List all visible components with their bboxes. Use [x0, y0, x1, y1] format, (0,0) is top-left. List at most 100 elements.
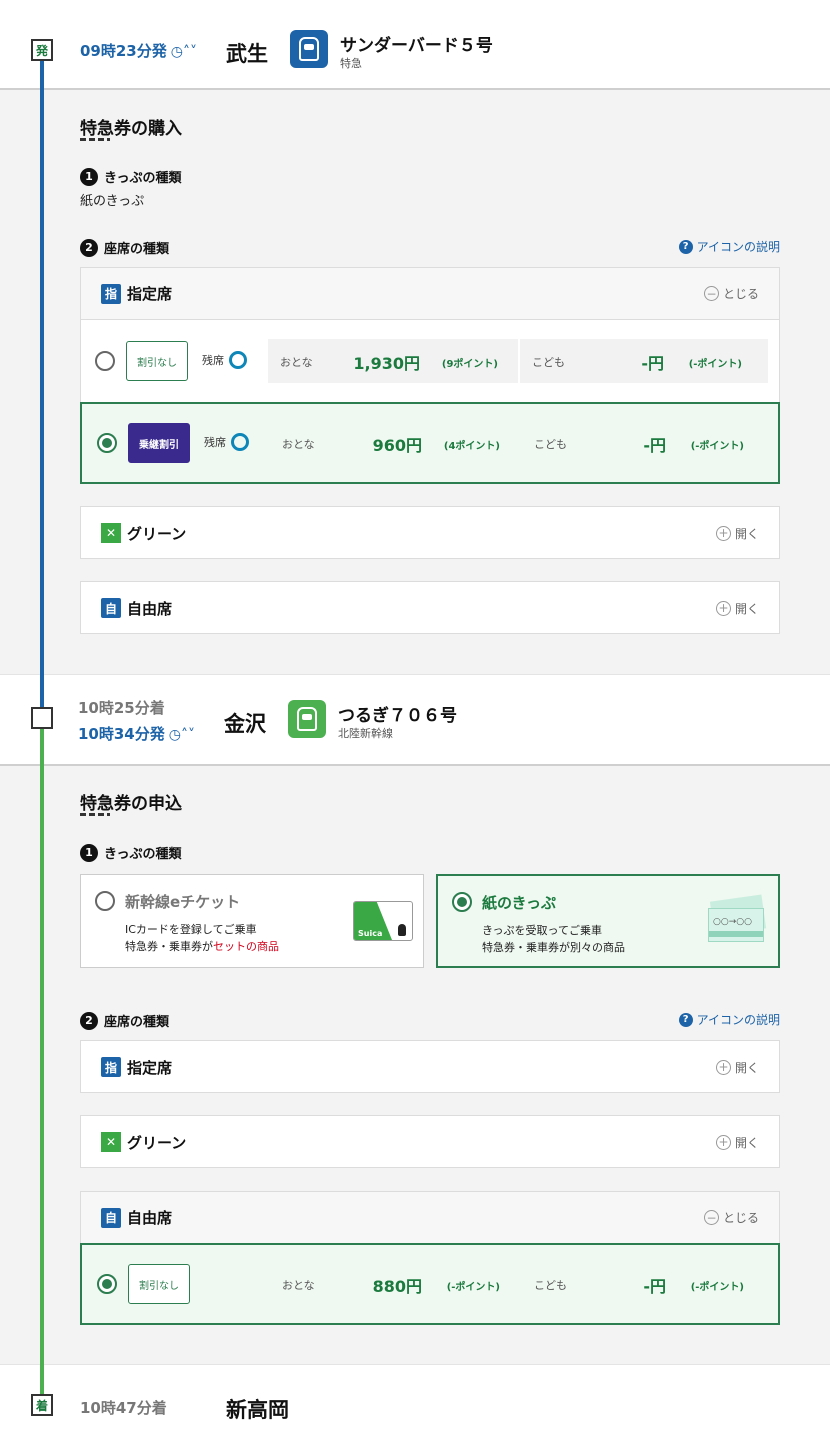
seat-availability: 残席 [204, 433, 249, 451]
plus-circle-icon: + [715, 525, 731, 541]
green-car-header[interactable]: ✕ グリーン + 開く [81, 1116, 779, 1168]
eticket-radio[interactable] [95, 891, 115, 911]
departure-time-button[interactable]: 09時23分発 ◷˄˅ [80, 40, 197, 61]
train-type: 特急 [340, 57, 362, 70]
transfer-station: 金沢 [224, 712, 266, 736]
paper-ticket-radio[interactable] [452, 892, 472, 912]
non-reserved-label: 自由席 [127, 599, 173, 618]
eticket-desc: ICカードを登録してご乗車 [125, 923, 257, 936]
collapse-toggle[interactable]: − とじる [703, 285, 759, 302]
eticket-title: 新幹線eチケット [125, 893, 241, 911]
train-name: サンダーバード５号 [340, 36, 493, 56]
question-icon: ? [678, 1012, 693, 1027]
green-car-label: グリーン [127, 1133, 187, 1152]
suica-card-icon: Suica [353, 901, 413, 941]
seat-availability: 残席 [202, 351, 247, 369]
adult-price: おとな 1,930円 (9ポイント) [268, 339, 518, 383]
non-reserved-panel: 自 自由席 + 開く [80, 581, 780, 634]
eticket-option[interactable]: 新幹線eチケット ICカードを登録してご乗車 特急券・乗車券がセットの商品 Su… [80, 874, 424, 968]
train-type: 北陸新幹線 [338, 727, 393, 740]
expand-toggle[interactable]: + 開く [715, 1059, 759, 1076]
section-title-apply: 特急券の申込 [80, 794, 182, 814]
collapse-toggle[interactable]: − とじる [703, 1209, 759, 1226]
limited-express-train-icon [290, 30, 328, 68]
transfer-departure-time-button[interactable]: 10時34分発 ◷˄˅ [78, 723, 195, 744]
fare-option-row-selected[interactable]: 乗継割引 残席 おとな 960円 (4ポイント) こども -円 (-ポイント) [80, 402, 780, 484]
paper-ticket-option[interactable]: 紙のきっぷ きっぷを受取ってご乗車 特急券・乗車券が別々の商品 ○○→○○ [436, 874, 780, 968]
paper-ticket-desc: きっぷを受取ってご乗車 [482, 924, 603, 937]
paper-ticket-title: 紙のきっぷ [482, 894, 556, 912]
minus-circle-icon: − [703, 286, 719, 301]
reserved-seat-label: 指定席 [127, 285, 173, 303]
reserved-seat-panel: 指 指定席 + 開く [80, 1040, 780, 1093]
green-car-icon: ✕ [101, 523, 121, 543]
title-underline [80, 138, 110, 141]
non-reserved-label: 自由席 [127, 1209, 173, 1227]
green-car-header[interactable]: ✕ グリーン + 開く [81, 507, 779, 559]
non-reserved-seat-icon: 自 [101, 1207, 121, 1228]
arrival-station: 新高岡 [226, 1398, 289, 1422]
green-car-label: グリーン [127, 524, 187, 543]
plus-circle-icon: + [715, 600, 731, 616]
available-circle-icon [231, 433, 249, 451]
departure-marker: 発 [31, 39, 53, 61]
transfer-departure-time: 10時34分発 [78, 725, 165, 743]
arrival-header: 10時47分着 新高岡 [0, 1364, 830, 1440]
child-price: こども -円 (-ポイント) [534, 436, 744, 455]
available-circle-icon [229, 351, 247, 369]
expand-toggle[interactable]: + 開く [715, 1134, 759, 1151]
train-name: つるぎ７０６号 [338, 706, 457, 726]
arrival-time: 10時47分着 [80, 1399, 167, 1417]
plus-circle-icon: + [715, 1134, 731, 1150]
discount-badge: 割引なし [128, 1264, 190, 1304]
fare-radio-selected[interactable] [97, 433, 117, 453]
question-icon: ? [678, 239, 693, 254]
transfer-arrival-time: 10時25分着 [78, 699, 165, 717]
route-line-thunderbird [40, 50, 44, 718]
green-car-icon: ✕ [101, 1132, 121, 1152]
arrival-marker: 着 [31, 1394, 53, 1416]
departure-station: 武生 [226, 42, 268, 66]
reserved-seat-label: 指定席 [127, 1058, 173, 1077]
expand-toggle[interactable]: + 開く [715, 600, 759, 617]
fare-option-row[interactable]: 割引なし 残席 おとな 1,930円 (9ポイント) こども -円 (-ポイント… [80, 320, 780, 402]
title-underline [80, 813, 110, 816]
discount-badge: 割引なし [126, 341, 188, 381]
fare-radio-selected[interactable] [97, 1274, 117, 1294]
expand-toggle[interactable]: + 開く [715, 525, 759, 542]
adult-price: おとな 960円 (4ポイント) [282, 436, 500, 455]
step1-heading: 1 きっぷの種類 [80, 843, 181, 862]
route-line-tsurugi [40, 718, 44, 1404]
plus-circle-icon: + [715, 1059, 731, 1075]
reserved-seat-header[interactable]: 指 指定席 + 開く [81, 1041, 779, 1093]
non-reserved-seat-icon: 自 [101, 598, 121, 618]
green-car-panel: ✕ グリーン + 開く [80, 506, 780, 559]
eticket-desc-set: 特急券・乗車券がセットの商品 [125, 940, 279, 953]
adult-price: おとな 880円 (-ポイント) [282, 1277, 500, 1296]
fare-radio[interactable] [95, 351, 115, 371]
transfer-header: 10時25分着 10時34分発 ◷˄˅ 金沢 つるぎ７０６号 北陸新幹線 [0, 674, 830, 766]
icon-help-link[interactable]: ? アイコンの説明 [678, 1011, 780, 1028]
step1-heading: 1 きっぷの種類 [80, 167, 181, 186]
non-reserved-header[interactable]: 自 自由席 + 開く [81, 582, 779, 634]
departure-header: 09時23分発 ◷˄˅ 武生 サンダーバード５号 特急 [0, 0, 830, 90]
transfer-marker [31, 707, 53, 729]
green-car-panel: ✕ グリーン + 開く [80, 1115, 780, 1168]
step2-heading: 2 座席の種類 [80, 238, 169, 257]
child-price: こども -円 (-ポイント) [520, 339, 768, 383]
child-price: こども -円 (-ポイント) [534, 1277, 744, 1296]
fare-option-row-selected[interactable]: 割引なし おとな 880円 (-ポイント) こども -円 (-ポイント) [80, 1243, 780, 1325]
step2-heading: 2 座席の種類 [80, 1011, 169, 1030]
clock-icon: ◷˄˅ [170, 44, 197, 60]
non-reserved-header[interactable]: 自 自由席 − とじる [81, 1192, 779, 1244]
section-title-purchase: 特急券の購入 [80, 119, 182, 139]
transfer-discount-badge: 乗継割引 [128, 423, 190, 463]
reserved-seat-header[interactable]: 指 指定席 − とじる [81, 268, 779, 320]
reserved-seat-icon: 指 [101, 1057, 121, 1077]
departure-time: 09時23分発 [80, 42, 167, 60]
icon-help-link[interactable]: ? アイコンの説明 [678, 238, 780, 255]
paper-ticket-desc-separate: 特急券・乗車券が別々の商品 [482, 941, 625, 954]
ticket-type-value: 紙のきっぷ [80, 194, 145, 209]
reserved-seat-icon: 指 [101, 283, 121, 304]
paper-ticket-icon: ○○→○○ [708, 894, 768, 946]
